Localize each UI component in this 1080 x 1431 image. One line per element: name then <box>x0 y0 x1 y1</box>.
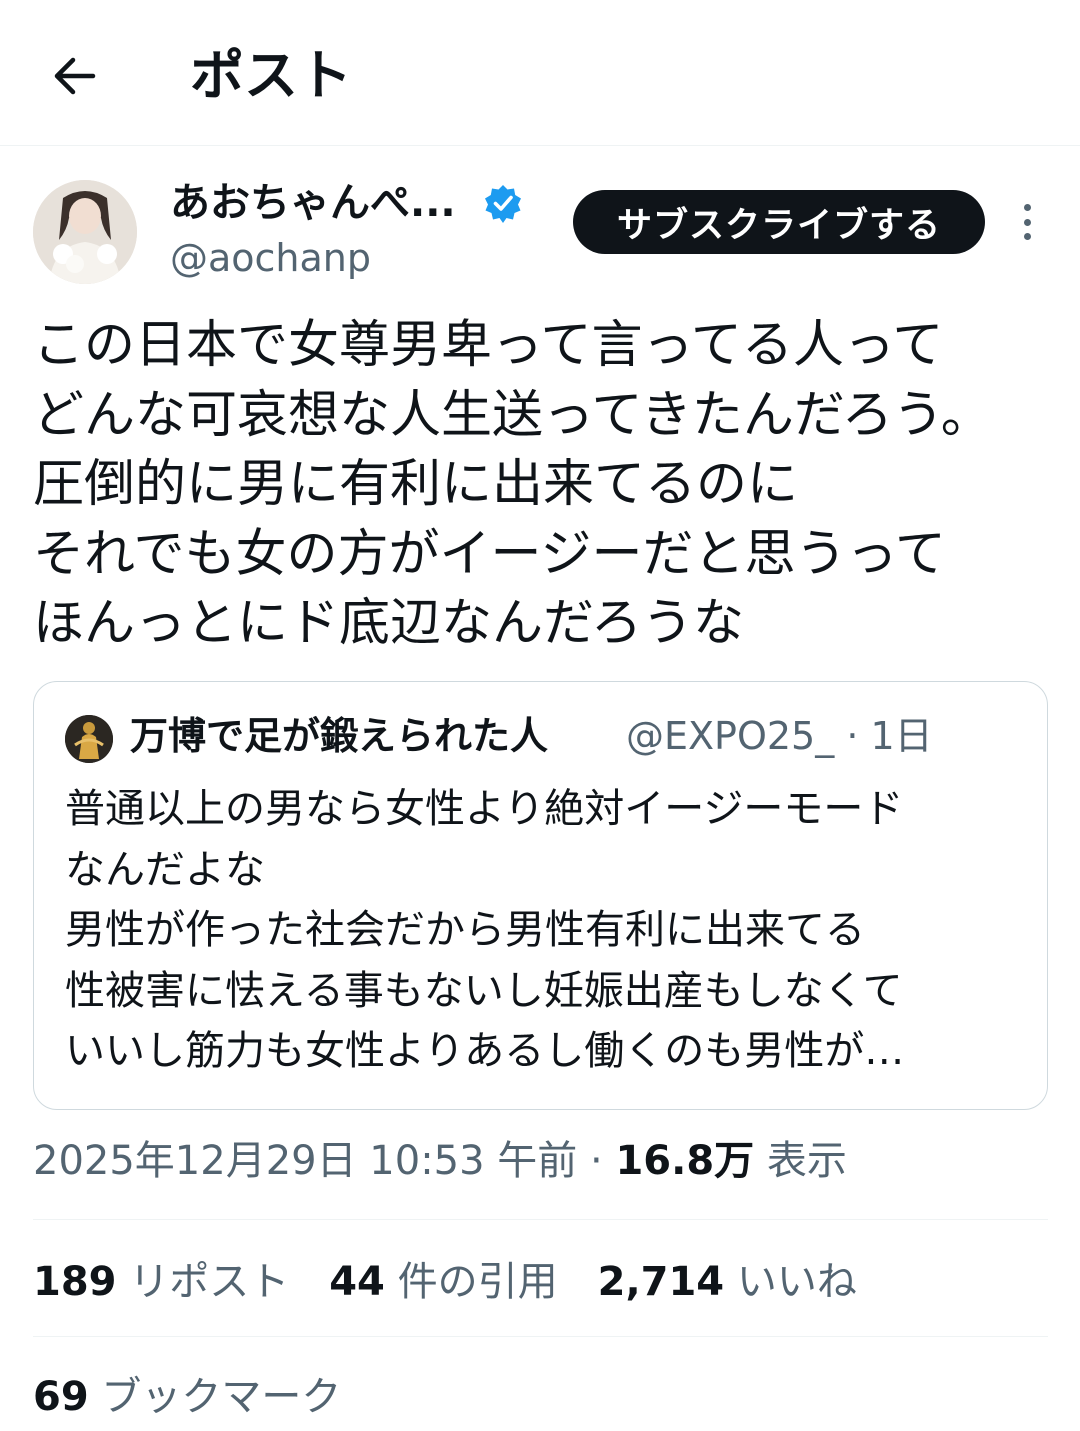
reposts-label: リポスト <box>116 1259 290 1305</box>
post-meta: 2025年12月29日 10:53 午前 · 16.8万 表示 <box>33 1131 847 1191</box>
bookmarks-count: 69 <box>33 1374 89 1420</box>
quoted-post[interactable]: 万博で足が鍛えられた人 @EXPO25_ · 1日 普通以上の男なら女性より絶対… <box>33 681 1048 1110</box>
engagement-stats: 189 リポスト 44 件の引用 2,714 いいね <box>33 1252 857 1312</box>
reposts-stat[interactable]: 189 リポスト <box>33 1259 289 1305</box>
author-avatar[interactable] <box>33 180 137 284</box>
quoted-body: 普通以上の男なら女性より絶対イージーモード なんだよな 男性が作った社会だから男… <box>65 779 1035 1082</box>
likes-label: いいね <box>724 1259 857 1305</box>
divider <box>33 1219 1048 1220</box>
page-title: ポスト <box>190 44 352 107</box>
quoted-time: · 1日 <box>846 714 933 758</box>
quoted-line: 普通以上の男なら女性より絶対イージーモード <box>65 786 904 832</box>
more-vertical-icon <box>1023 204 1031 211</box>
more-options-button[interactable] <box>1008 200 1046 244</box>
back-button[interactable] <box>42 44 106 108</box>
views-count: 16.8万 <box>615 1138 755 1184</box>
post-timestamp[interactable]: 2025年12月29日 10:53 午前 · <box>33 1138 615 1184</box>
likes-count: 2,714 <box>597 1259 725 1305</box>
verified-badge-icon <box>485 185 521 223</box>
quoted-line: いいし筋力も女性よりあるし働くのも男性が… <box>65 1028 905 1075</box>
quotes-stat[interactable]: 44 件の引用 <box>329 1259 557 1305</box>
quoted-author-avatar <box>65 715 113 763</box>
views-label: 表示 <box>754 1138 847 1184</box>
author-name[interactable]: あおちゃんぺ... <box>170 174 456 232</box>
quoted-line: 男性が作った社会だから男性有利に出来てる <box>65 907 865 954</box>
avatar-image <box>33 180 137 284</box>
top-bar: ポスト <box>0 0 1080 146</box>
avatar-image <box>65 715 113 763</box>
post-line: この日本で女尊男卑って言ってる人って <box>33 316 944 375</box>
post-line: どんな可哀想な人生送ってきたんだろう。 <box>33 385 992 445</box>
post-line: 圧倒的に男に有利に出来てるのに <box>33 455 799 515</box>
quoted-line: 性被害に怯える事もないし妊娠出産もしなくて <box>65 967 903 1014</box>
author-handle[interactable]: @aochanp <box>170 232 371 284</box>
post-line: ほんっとにド底辺なんだろうな <box>33 594 744 654</box>
subscribe-button[interactable]: サブスクライブする <box>573 190 985 254</box>
likes-stat[interactable]: 2,714 いいね <box>598 1259 857 1305</box>
quoted-author-handle: @EXPO25_ · 1日 <box>626 708 933 764</box>
divider <box>33 1336 1048 1337</box>
post-line: それでも女の方がイージーだと思うって <box>33 524 946 584</box>
post-body: この日本で女尊男卑って言ってる人って どんな可哀想な人生送ってきたんだろう。 圧… <box>33 311 1053 659</box>
bookmarks-label: ブックマーク <box>88 1374 342 1420</box>
quoted-line: なんだよな <box>65 846 265 893</box>
arrow-left-icon <box>54 57 96 95</box>
quotes-label: 件の引用 <box>384 1259 558 1305</box>
bookmarks-stat[interactable]: 69 ブックマーク <box>33 1367 341 1427</box>
quoted-handle-text: @EXPO25_ <box>626 714 835 758</box>
quoted-author-name: 万博で足が鍛えられた人 <box>130 714 549 758</box>
reposts-count: 189 <box>33 1259 117 1305</box>
quotes-count: 44 <box>329 1259 385 1305</box>
